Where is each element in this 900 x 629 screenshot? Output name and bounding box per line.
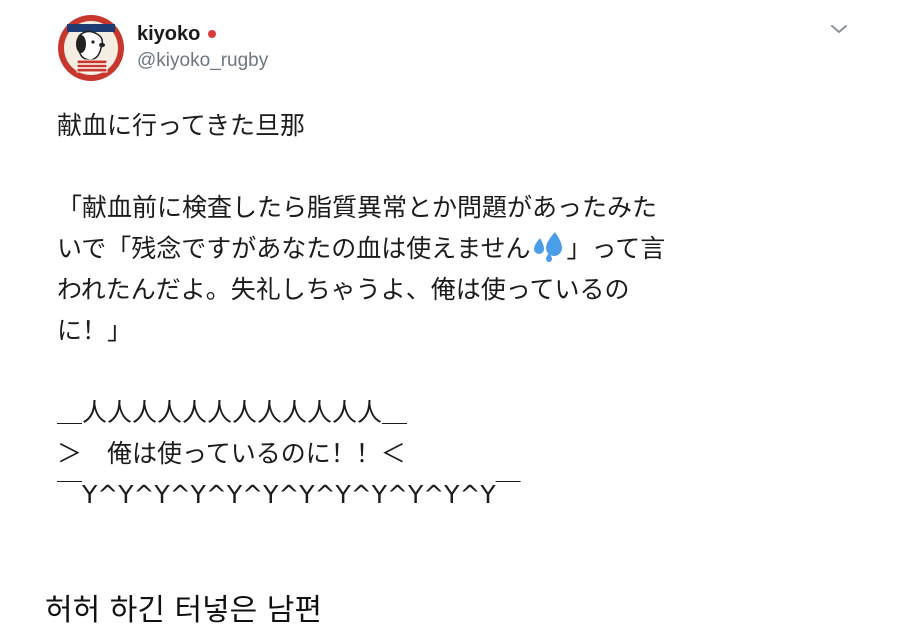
tweet-card: kiyoko @kiyoko_rugby 献血に行ってきた旦那 「献血前に検査し…: [0, 0, 900, 628]
tweet-line-with-emoji: いで「残念ですがあなたの血は使えません 」って言: [57, 228, 877, 269]
tweet-body: 献血に行ってきた旦那 「献血前に検査したら脂質異常とか問題があったみた いで「残…: [57, 105, 877, 515]
tweet-line: 献血に行ってきた旦那: [57, 111, 306, 140]
caption-text: 허허 하긴 터넣은 남편: [45, 593, 323, 628]
display-name-row: kiyoko: [137, 22, 217, 46]
tweet-line-text: いで「残念ですがあなたの血は使えません: [57, 234, 531, 263]
display-name[interactable]: kiyoko: [137, 23, 200, 46]
japan-flag-icon: [208, 30, 217, 38]
tweet-line-aa-top: ＿人人人人人人人人人人人人＿: [57, 398, 408, 427]
snoopy-avatar-icon: [58, 15, 124, 81]
avatar[interactable]: [57, 14, 125, 82]
tweet-line-text-suffix: 」って言: [566, 234, 666, 263]
tweet-line: 「献血前に検査したら脂質異常とか問題があったみた: [57, 193, 658, 222]
sweat-droplets-icon: [533, 232, 562, 262]
user-handle[interactable]: @kiyoko_rugby: [137, 50, 268, 72]
tweet-line-aa-middle: ＞ 俺は使っているのに！！＜: [57, 439, 406, 468]
chevron-down-icon[interactable]: [829, 22, 849, 36]
tweet-line: に！」: [57, 316, 133, 345]
tweet-line: われたんだよ。失礼しちゃうよ、俺は使っているの: [57, 275, 630, 304]
tweet-line-aa-bottom: ￣Y^Y^Y^Y^Y^Y^Y^Y^Y^Y^Y^Y￣: [57, 480, 521, 509]
